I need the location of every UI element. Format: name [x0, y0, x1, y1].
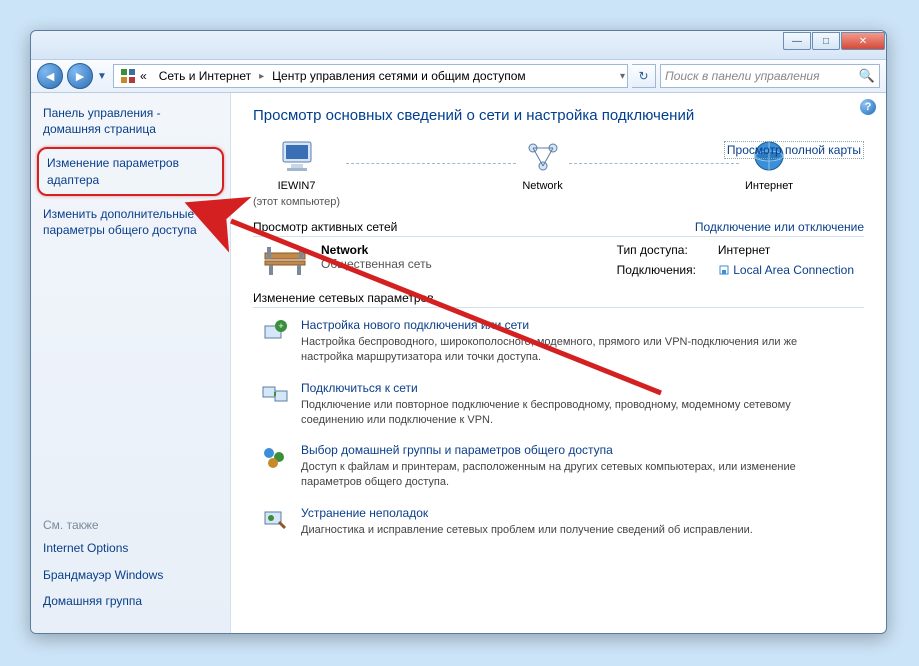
see-also-link-2[interactable]: Домашняя группа [43, 593, 219, 609]
task-homegroup: Выбор домашней группы и параметров общег… [261, 443, 864, 490]
task-new-connection-desc: Настройка беспроводного, широкополосного… [301, 335, 821, 365]
connect-icon [261, 381, 289, 409]
active-network-row: Network Общественная сеть Тип доступа: И… [253, 243, 864, 279]
close-button[interactable]: ✕ [841, 32, 885, 50]
task-connect-link[interactable]: Подключиться к сети [301, 381, 821, 395]
sidebar-sharing-link[interactable]: Изменить дополнительные параметры общего… [43, 206, 218, 238]
address-bar[interactable]: « Сеть и Интернет ▸ Центр управления сет… [113, 64, 628, 88]
active-networks-heading: Просмотр активных сетей Подключение или … [253, 220, 864, 237]
network-name: Network [321, 243, 432, 257]
task-troubleshoot: Устранение неполадок Диагностика и испра… [261, 506, 864, 538]
full-map-link[interactable]: Просмотр полной карты [724, 141, 864, 159]
content: ? Просмотр основных сведений о сети и на… [231, 93, 886, 633]
search-input[interactable]: Поиск в панели управления 🔍 [660, 64, 880, 88]
access-type-label: Тип доступа: [617, 243, 696, 259]
task-troubleshoot-link[interactable]: Устранение неполадок [301, 506, 753, 520]
access-type-value: Интернет [718, 243, 854, 259]
window: — □ ✕ ◄ ► ▼ « Сеть и Интернет ▸ Центр уп… [30, 30, 887, 634]
new-connection-icon: + [261, 318, 289, 346]
map-network: Network [522, 138, 562, 208]
sidebar: Панель управления - домашняя страница Из… [31, 93, 231, 633]
body: Панель управления - домашняя страница Из… [31, 93, 886, 633]
task-connect-desc: Подключение или повторное подключение к … [301, 398, 821, 428]
troubleshoot-icon [261, 506, 289, 534]
nav-history-dropdown[interactable]: ▼ [97, 71, 109, 82]
map-pc-label: IEWIN7 [278, 180, 316, 192]
back-button[interactable]: ◄ [37, 63, 63, 89]
change-settings-heading: Изменение сетевых параметров [253, 291, 864, 308]
ethernet-icon [718, 264, 730, 276]
network-type-link[interactable]: Общественная сеть [321, 257, 432, 271]
refresh-button[interactable]: ↻ [632, 64, 656, 88]
search-placeholder: Поиск в панели управления [665, 69, 820, 83]
map-network-label: Network [522, 180, 562, 192]
homegroup-icon [261, 443, 289, 471]
chevron-right-icon[interactable]: ▸ [257, 71, 266, 82]
map-line-2 [569, 163, 739, 164]
active-networks-label: Просмотр активных сетей [253, 220, 397, 234]
breadcrumb-seg-2[interactable]: Центр управления сетями и общим доступом [266, 65, 532, 87]
sidebar-adapter-link[interactable]: Изменение параметров адаптера [47, 155, 214, 187]
task-homegroup-link[interactable]: Выбор домашней группы и параметров общег… [301, 443, 821, 457]
breadcrumb-seg-1[interactable]: Сеть и Интернет [153, 65, 257, 87]
sidebar-see-also: См. также Internet Options Брандмауэр Wi… [43, 518, 219, 619]
map-pc-sub: (этот компьютер) [253, 196, 340, 208]
minimize-button[interactable]: — [783, 32, 811, 50]
map-pc: IEWIN7 (этот компьютер) [253, 138, 340, 208]
see-also-link-1[interactable]: Брандмауэр Windows [43, 567, 219, 583]
maximize-button[interactable]: □ [812, 32, 840, 50]
task-homegroup-desc: Доступ к файлам и принтерам, расположенн… [301, 460, 821, 490]
page-title: Просмотр основных сведений о сети и наст… [253, 107, 864, 124]
connection-link[interactable]: Local Area Connection [718, 263, 854, 279]
titlebar: — □ ✕ [31, 31, 886, 59]
navbar: ◄ ► ▼ « Сеть и Интернет ▸ Центр управлен… [31, 59, 886, 93]
task-new-connection-link[interactable]: Настройка нового подключения или сети [301, 318, 821, 332]
search-icon[interactable]: 🔍 [859, 68, 875, 84]
map-internet-label: Интернет [745, 180, 793, 192]
computer-icon [277, 138, 317, 176]
map-network-sub [541, 196, 544, 208]
address-icon: « [114, 65, 153, 87]
network-icon [523, 138, 563, 176]
task-new-connection: + Настройка нового подключения или сети … [261, 318, 864, 365]
svg-text:+: + [278, 321, 283, 331]
forward-button[interactable]: ► [67, 63, 93, 89]
help-icon[interactable]: ? [860, 99, 876, 115]
annotation-highlight: Изменение параметров адаптера [37, 147, 224, 195]
address-prefix: « [140, 69, 147, 83]
network-map: IEWIN7 (этот компьютер) Network Интернет [253, 138, 793, 208]
change-settings-label: Изменение сетевых параметров [253, 291, 434, 305]
task-connect: Подключиться к сети Подключение или повт… [261, 381, 864, 428]
connection-name: Local Area Connection [733, 263, 854, 277]
connect-disconnect-link[interactable]: Подключение или отключение [695, 220, 864, 234]
sidebar-home-link[interactable]: Панель управления - домашняя страница [43, 105, 218, 137]
address-dropdown-icon[interactable]: ▾ [618, 71, 627, 82]
map-line-1 [346, 163, 516, 164]
map-internet-sub [767, 196, 770, 208]
bench-icon [261, 243, 309, 279]
network-name-col: Network Общественная сеть [321, 243, 432, 279]
task-troubleshoot-desc: Диагностика и исправление сетевых пробле… [301, 523, 753, 538]
network-info: Тип доступа: Интернет Подключения: Local… [617, 243, 864, 279]
see-also-link-0[interactable]: Internet Options [43, 540, 219, 556]
see-also-heading: См. также [43, 518, 219, 532]
connections-label: Подключения: [617, 263, 696, 279]
